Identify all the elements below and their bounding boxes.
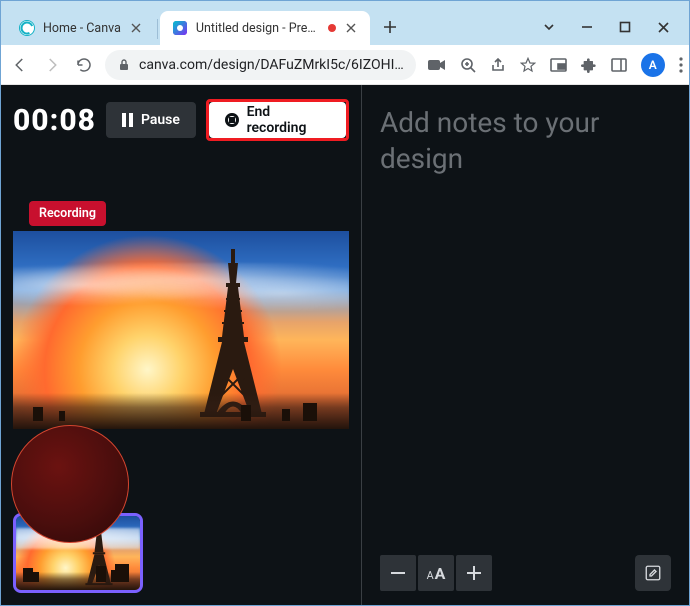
back-button[interactable] (11, 56, 29, 74)
kebab-menu-icon[interactable] (679, 57, 683, 73)
bookmark-star-icon[interactable] (520, 57, 536, 73)
avatar-initial: A (649, 58, 657, 72)
end-recording-button[interactable]: End recording (209, 102, 346, 138)
window-controls (525, 19, 689, 45)
stop-icon (225, 113, 239, 127)
canva-doc-favicon-icon (172, 20, 188, 36)
tab-title: Home - Canva (43, 21, 121, 36)
browser-toolbar: canva.com/design/DAFuZMrkI5c/6IZOHI… A (1, 45, 689, 85)
toolbar-actions: A (428, 53, 683, 77)
pause-icon (122, 113, 133, 127)
zoom-icon[interactable] (460, 57, 476, 73)
recorder-topbar: 00:08 Pause End recording (13, 99, 349, 141)
recording-badge: Recording (29, 201, 106, 226)
tab-home-canva[interactable]: Home - Canva (7, 11, 155, 45)
text-size-group: AA (380, 555, 492, 591)
url-text: canva.com/design/DAFuZMrkI5c/6IZOHI… (139, 57, 404, 73)
thumb-skyline (16, 572, 140, 590)
end-recording-highlight: End recording (206, 99, 349, 141)
share-icon[interactable] (490, 57, 506, 73)
close-icon[interactable] (129, 21, 143, 35)
text-size-indicator[interactable]: AA (418, 555, 454, 591)
sidepanel-icon[interactable] (611, 58, 627, 72)
tab-untitled-design[interactable]: Untitled design - Prese (160, 11, 370, 45)
new-tab-button[interactable] (376, 13, 404, 41)
slide-preview[interactable] (13, 231, 349, 429)
chevron-down-icon[interactable] (541, 19, 557, 35)
minimize-icon[interactable] (579, 19, 595, 35)
slide-preview-area (13, 231, 349, 429)
forward-button[interactable] (43, 56, 61, 74)
camera-preview-circle[interactable] (11, 425, 129, 543)
window-close-icon[interactable] (655, 19, 671, 35)
nav-arrows (11, 56, 93, 74)
pencil-icon (644, 564, 662, 582)
end-recording-label: End recording (247, 104, 330, 136)
notes-pane: Add notes to your design AA (361, 85, 689, 605)
close-icon[interactable] (344, 21, 358, 35)
font-size-icon: AA (427, 564, 446, 583)
recording-indicator-icon (328, 24, 336, 32)
reload-button[interactable] (75, 56, 93, 74)
window-titlebar: Home - Canva Untitled design - Prese (1, 1, 689, 45)
increase-text-button[interactable] (456, 555, 492, 591)
notes-bottom-tools: AA (380, 555, 671, 591)
pip-icon[interactable] (550, 58, 567, 72)
extensions-icon[interactable] (581, 57, 597, 73)
profile-avatar[interactable]: A (641, 53, 665, 77)
tabs-strip: Home - Canva Untitled design - Prese (1, 1, 525, 45)
pause-button[interactable]: Pause (106, 102, 196, 138)
canva-recorder-app: 00:08 Pause End recording (1, 85, 689, 605)
edit-notes-button[interactable] (635, 555, 671, 591)
tab-title: Untitled design - Prese (196, 21, 320, 36)
camera-icon[interactable] (428, 58, 446, 72)
pause-label: Pause (141, 112, 180, 128)
minus-icon (391, 572, 405, 574)
address-bar[interactable]: canva.com/design/DAFuZMrkI5c/6IZOHI… (105, 50, 416, 80)
recorder-pane: 00:08 Pause End recording (1, 85, 361, 605)
tab-divider (157, 19, 158, 39)
recording-timer: 00:08 (13, 103, 96, 138)
maximize-icon[interactable] (617, 19, 633, 35)
lock-icon (117, 58, 131, 72)
decrease-text-button[interactable] (380, 555, 416, 591)
skyline-silhouette (13, 393, 349, 429)
notes-placeholder[interactable]: Add notes to your design (380, 105, 671, 178)
canva-favicon-icon (19, 20, 35, 36)
